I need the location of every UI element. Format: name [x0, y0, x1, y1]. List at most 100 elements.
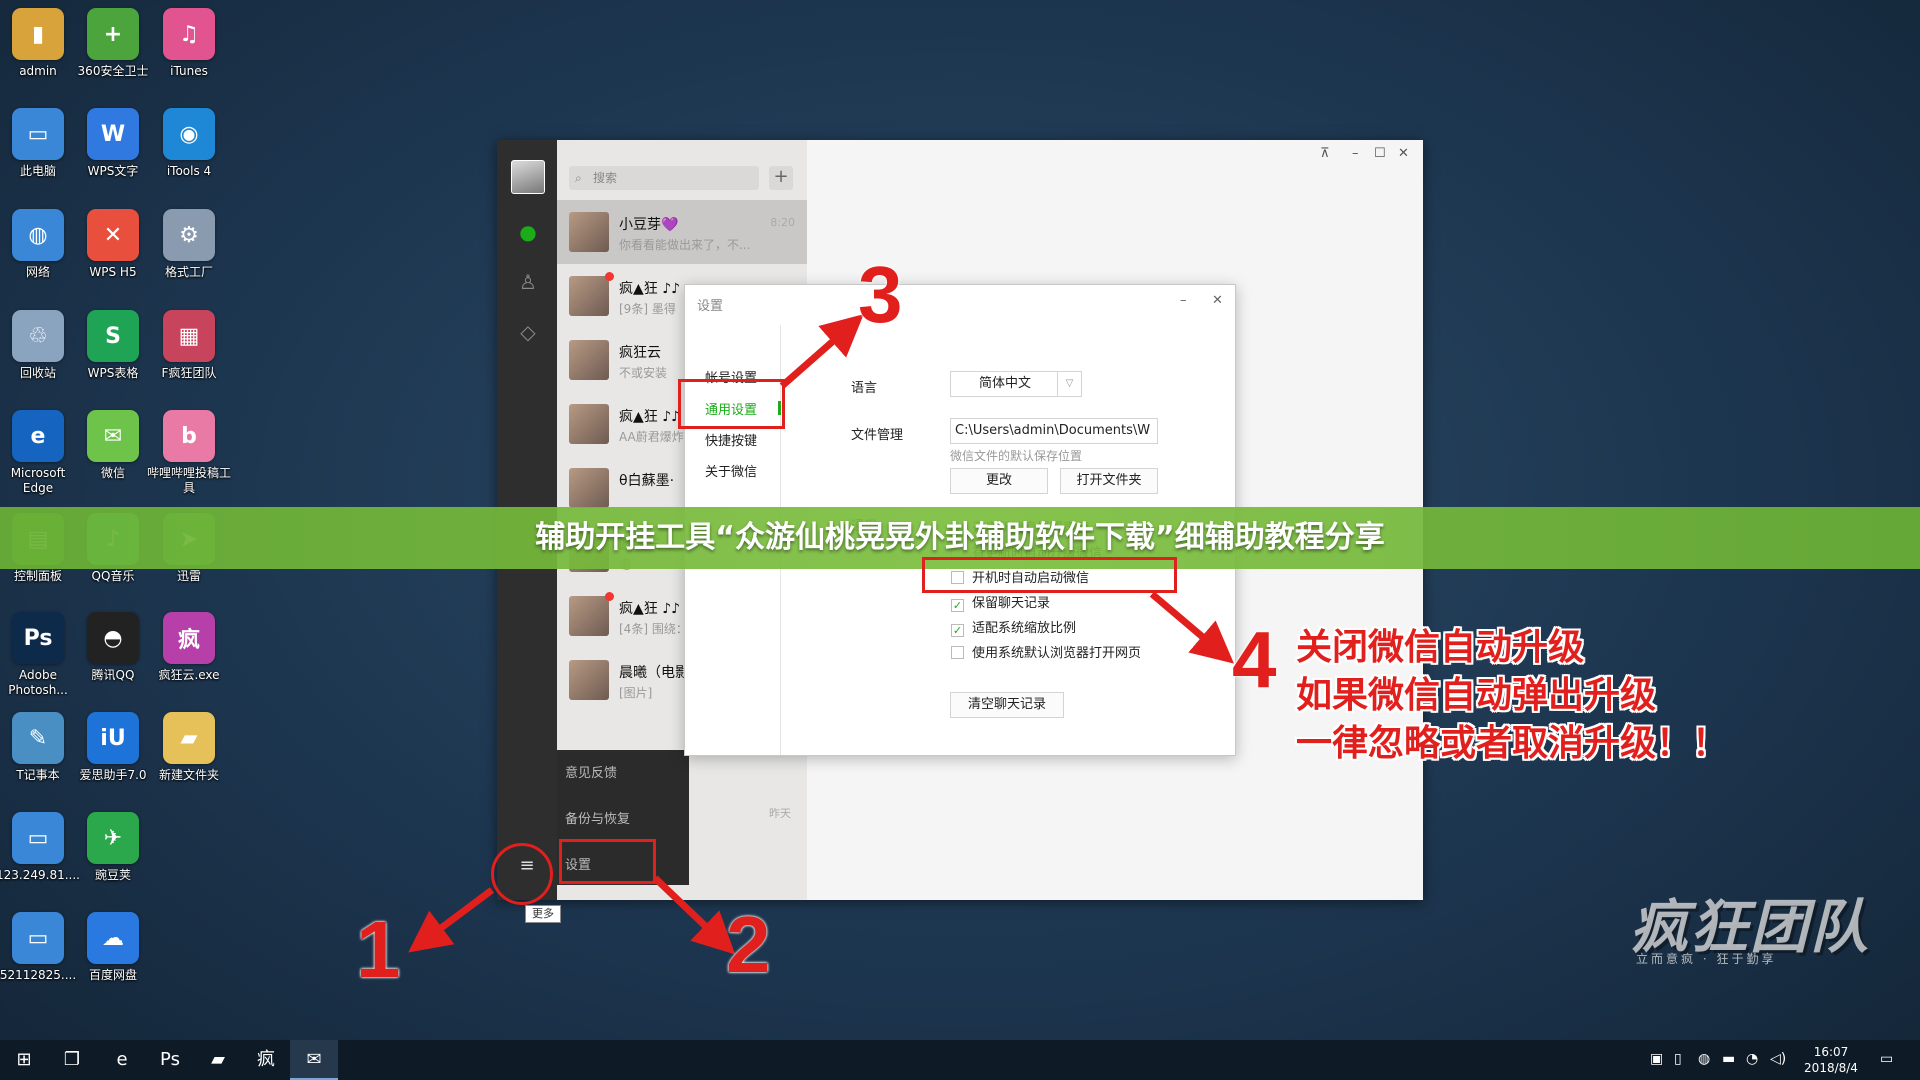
minimize-icon[interactable]: –: [1352, 146, 1359, 161]
checkbox-box[interactable]: [951, 646, 964, 659]
settings-minimize-icon[interactable]: –: [1180, 293, 1187, 308]
highlight-more-button: [491, 843, 553, 905]
photoshop-icon[interactable]: Ps: [146, 1040, 194, 1080]
clock[interactable]: 16:07 2018/8/4: [1786, 1044, 1876, 1076]
chat-list-item[interactable]: 小豆芽💜 你看看能做出来了，不... 8:20: [557, 200, 807, 264]
notification-icon[interactable]: ▭: [1880, 1051, 1893, 1067]
desktop-icon[interactable]: ◉ iTools 4: [146, 108, 232, 179]
open-folder-button[interactable]: 打开文件夹: [1060, 468, 1158, 494]
maximize-icon[interactable]: ☐: [1374, 146, 1386, 161]
clear-history-button[interactable]: 清空聊天记录: [950, 692, 1064, 718]
setting-checkbox[interactable]: 使用系统默认浏览器打开网页: [951, 642, 1141, 661]
language-label: 语言: [851, 381, 878, 396]
sidebar-item-about[interactable]: 关于微信: [705, 461, 757, 480]
setting-checkbox[interactable]: ✓ 保留聊天记录: [951, 592, 1050, 612]
clock-date: 2018/8/4: [1804, 1061, 1858, 1075]
desktop-icon[interactable]: S WPS表格: [70, 310, 156, 381]
chat-name: θ白蘇墨·: [619, 473, 675, 489]
checkbox-label: 保留聊天记录: [972, 596, 1051, 611]
app-icon[interactable]: 疯: [242, 1040, 290, 1080]
setting-checkbox[interactable]: ✓ 适配系统缩放比例: [951, 617, 1076, 637]
volume-icon[interactable]: ◁): [1770, 1051, 1786, 1067]
desktop-icon[interactable]: +360安全卫士: [70, 8, 156, 79]
desktop-icon[interactable]: ▭ 52112825....: [0, 912, 81, 983]
wifi-icon[interactable]: ◔: [1746, 1051, 1758, 1067]
contacts-icon[interactable]: ♙: [515, 270, 541, 294]
app-icon: ♲: [12, 310, 64, 362]
change-button[interactable]: 更改: [950, 468, 1048, 494]
desktop-icon[interactable]: ☁ 百度网盘: [70, 912, 156, 983]
desktop-icon[interactable]: ▦ F疯狂团队: [146, 310, 232, 381]
menu-item-backup[interactable]: 备份与恢复: [565, 808, 630, 827]
checkbox-box[interactable]: ✓: [951, 599, 964, 612]
language-select[interactable]: 简体中文 ▽: [950, 371, 1082, 397]
app-icon: ▭: [12, 812, 64, 864]
desktop-icon[interactable]: ✎ T记事本: [0, 712, 81, 783]
desktop-icon-label: 控制面板: [13, 569, 62, 583]
menu-item-feedback[interactable]: 意见反馈: [565, 762, 617, 781]
search-placeholder: 搜索: [593, 171, 618, 185]
settings-close-icon[interactable]: ✕: [1212, 293, 1223, 308]
desktop-icon[interactable]: iU 爱思助手7.0: [70, 712, 156, 783]
desktop-icon[interactable]: ✉ 微信: [70, 410, 156, 481]
app-icon: ✉: [87, 410, 139, 462]
chat-preview: [图片]: [619, 686, 653, 700]
user-avatar[interactable]: [511, 160, 545, 194]
desktop-icon[interactable]: ✈ 豌豆荚: [70, 812, 156, 883]
desktop-icon[interactable]: ◍ 网络: [0, 209, 81, 280]
edge-icon[interactable]: e: [98, 1040, 146, 1080]
search-input[interactable]: ⌕ 搜索: [569, 166, 759, 190]
chat-icon[interactable]: ●: [515, 220, 541, 244]
checkbox-box[interactable]: ✓: [951, 624, 964, 637]
tray-icon[interactable]: ▣: [1650, 1051, 1663, 1067]
desktop-icon-label: iTunes: [170, 64, 208, 78]
clock-time: 16:07: [1813, 1045, 1849, 1059]
desktop-icon[interactable]: ▭ 此电脑: [0, 108, 81, 179]
chat-preview: AA蔚君爆炸: [619, 430, 684, 444]
desktop-icon[interactable]: ◓ 腾讯QQ: [70, 612, 156, 683]
app-icon: S: [87, 310, 139, 362]
chat-preview: 你看看能做出来了，不...: [619, 238, 751, 252]
app-icon: ✕: [87, 209, 139, 261]
desktop-icon[interactable]: ✕ WPS H5: [70, 209, 156, 280]
app-icon: ◓: [87, 612, 139, 664]
start-button[interactable]: ⊞: [0, 1040, 48, 1080]
desktop-icon[interactable]: ▰ 新建文件夹: [146, 712, 232, 783]
desktop-icon[interactable]: ♲ 回收站: [0, 310, 81, 381]
wechat-icon[interactable]: ✉: [290, 1040, 338, 1080]
sidebar-item-shortcuts[interactable]: 快捷按键: [705, 430, 757, 449]
desktop-icon[interactable]: ▭ 123.249.81....: [0, 812, 81, 883]
desktop-icon-label: WPS文字: [87, 164, 139, 178]
unread-badge: [605, 592, 614, 601]
file-path-field[interactable]: C:\Users\admin\Documents\W: [950, 418, 1158, 444]
desktop-icon[interactable]: 疯疯狂云.exe: [146, 612, 232, 683]
app-icon: ▭: [12, 108, 64, 160]
desktop-icon[interactable]: b 哔哩哔哩投稿工具: [146, 410, 232, 496]
checkbox-label: 使用系统默认浏览器打开网页: [972, 646, 1142, 661]
chat-avatar: [569, 468, 609, 508]
desktop-icon[interactable]: ⚙ 格式工厂: [146, 209, 232, 280]
desktop-icon-label: 腾讯QQ: [91, 668, 135, 682]
add-button[interactable]: +: [769, 166, 793, 190]
file-explorer-icon[interactable]: ▰: [194, 1040, 242, 1080]
app-icon: ▭: [12, 912, 64, 964]
task-view-button[interactable]: ❐: [48, 1040, 96, 1080]
desktop-icon[interactable]: e Microsoft Edge: [0, 410, 81, 496]
desktop-icon[interactable]: W WPS文字: [70, 108, 156, 179]
chat-name: 疯狂云: [619, 345, 661, 361]
close-icon[interactable]: ✕: [1398, 146, 1409, 161]
note-line-3: 一律忽略或者取消升级！！: [1296, 723, 1729, 764]
app-icon: Ps: [12, 612, 64, 664]
battery-icon[interactable]: ▬: [1722, 1051, 1735, 1067]
file-path-hint: 微信文件的默认保存位置: [950, 449, 1083, 463]
app-icon: b: [163, 410, 215, 462]
desktop-icon[interactable]: ▮ admin: [0, 8, 81, 79]
app-icon: ✎: [12, 712, 64, 764]
app-icon: W: [87, 108, 139, 160]
wechat-tray-icon[interactable]: ◍: [1698, 1051, 1710, 1067]
favorites-icon[interactable]: ◇: [515, 320, 541, 344]
tray-icon[interactable]: ▯: [1674, 1051, 1682, 1067]
desktop-icon[interactable]: ♫ iTunes: [146, 8, 232, 79]
desktop-icon[interactable]: Ps Adobe Photosh...: [0, 612, 81, 698]
pin-icon[interactable]: ⊼: [1320, 146, 1330, 161]
